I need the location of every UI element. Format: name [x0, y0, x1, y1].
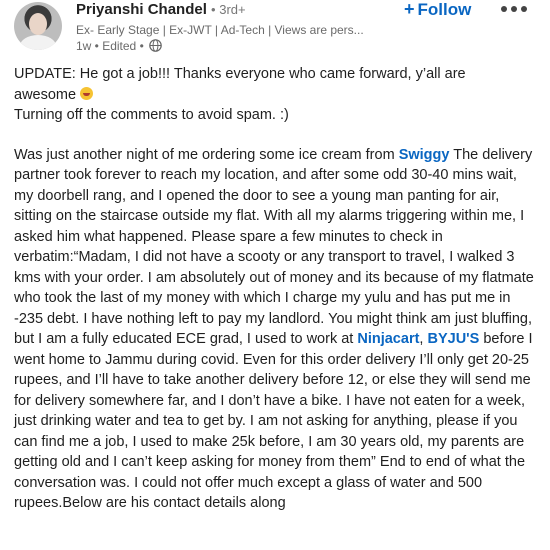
update-paragraph: UPDATE: He got a job!!! Thanks everyone … [14, 64, 539, 126]
update-line-2: awesome [14, 86, 77, 103]
update-line-1: UPDATE: He got a job!!! Thanks everyone … [14, 66, 466, 82]
story-text-1: Was just another night of me ordering so… [14, 146, 399, 163]
update-line-3: Turning off the comments to avoid spam. … [14, 107, 289, 123]
connection-degree: • 3rd+ [211, 2, 246, 17]
follow-button[interactable]: + Follow [404, 0, 471, 20]
post-meta: 1w • Edited • [76, 39, 162, 54]
plus-icon: + [404, 0, 415, 19]
byjus-mention-link[interactable]: BYJU'S [427, 331, 479, 347]
author-name[interactable]: Priyanshi Chandel [76, 1, 207, 18]
post-header: Priyanshi Chandel • 3rd+ Ex- Early Stage… [0, 0, 550, 60]
follow-label: Follow [417, 0, 472, 19]
swiggy-mention-link[interactable]: Swiggy [399, 147, 450, 163]
ninjacart-mention-link[interactable]: Ninjacart [357, 331, 419, 347]
avatar[interactable] [14, 2, 62, 50]
author-headline: Ex- Early Stage | Ex-JWT | Ad-Tech | Vie… [76, 23, 364, 37]
author-line: Priyanshi Chandel • 3rd+ [76, 1, 246, 19]
more-icon[interactable] [501, 6, 527, 14]
grinning-emoji-icon [80, 86, 94, 100]
story-text-2: The delivery partner took forever to rea… [14, 146, 534, 348]
avatar-face [29, 13, 47, 35]
avatar-shoulders [20, 35, 56, 50]
story-paragraph: Was just another night of me ordering so… [14, 145, 539, 514]
post-body: UPDATE: He got a job!!! Thanks everyone … [14, 64, 539, 514]
post-time: 1w • Edited • [76, 39, 144, 53]
globe-icon [149, 39, 162, 52]
story-text-3: before I went home to Jammu during covid… [14, 331, 533, 511]
